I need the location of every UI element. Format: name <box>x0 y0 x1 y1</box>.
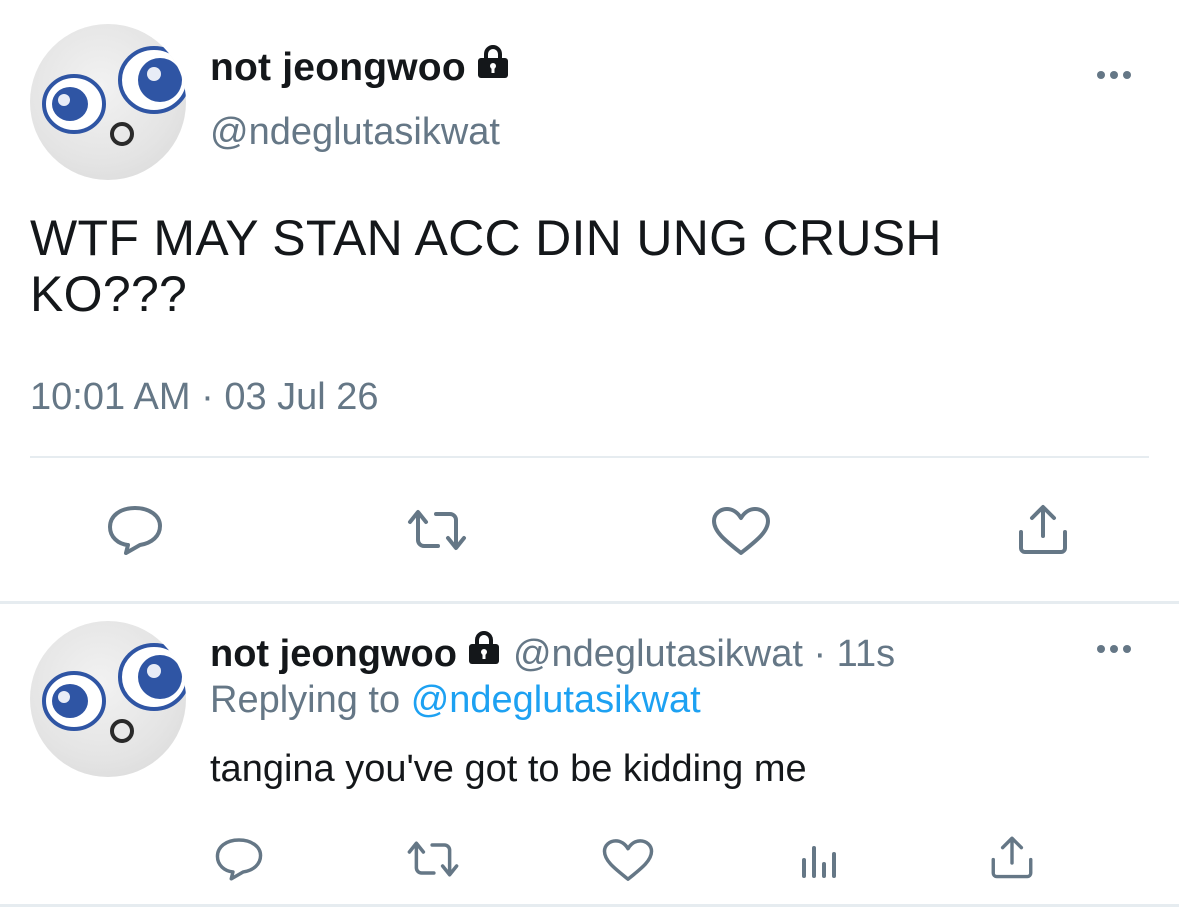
display-name-text: not jeongwoo <box>210 46 466 89</box>
share-icon[interactable] <box>1015 502 1071 556</box>
lock-icon <box>474 44 512 92</box>
handle-and-time[interactable]: @ndeglutasikwat · 11s <box>513 633 895 676</box>
analytics-icon[interactable] <box>798 838 840 880</box>
avatar[interactable] <box>30 24 186 180</box>
replying-to-link[interactable]: @ndeglutasikwat <box>411 679 701 721</box>
like-icon[interactable] <box>710 505 772 557</box>
tweet-timestamp[interactable]: 10:01 AM · 03 Jul 26 <box>30 376 379 419</box>
more-icon[interactable] <box>1097 645 1131 653</box>
reply-icon[interactable] <box>106 504 164 556</box>
divider <box>30 456 1149 458</box>
like-icon[interactable] <box>601 837 655 883</box>
avatar-image <box>42 46 186 146</box>
handle[interactable]: @ndeglutasikwat <box>210 111 500 154</box>
avatar-image <box>42 643 186 743</box>
reply-header: not jeongwoo @ndeglutasikwat · 11s <box>210 630 895 678</box>
avatar[interactable] <box>30 621 186 777</box>
reply-icon[interactable] <box>214 836 264 882</box>
tweet-thread-view: not jeongwoo @ndeglutasikwat WTF MAY STA… <box>0 0 1179 909</box>
bottom-divider <box>0 904 1179 907</box>
retweet-icon[interactable] <box>404 838 462 880</box>
replying-to: Replying to @ndeglutasikwat <box>210 679 701 722</box>
more-icon[interactable] <box>1097 71 1131 79</box>
replying-to-label: Replying to <box>210 679 401 721</box>
section-divider <box>0 601 1179 604</box>
retweet-icon[interactable] <box>404 506 470 554</box>
display-name[interactable]: not jeongwoo <box>210 44 512 92</box>
tweet-text: tangina you've got to be kidding me <box>210 748 807 790</box>
tweet-text: WTF MAY STAN ACC DIN UNG CRUSH KO??? <box>30 210 942 322</box>
share-icon[interactable] <box>988 834 1036 880</box>
lock-icon <box>465 630 503 678</box>
display-name[interactable]: not jeongwoo <box>210 633 457 676</box>
